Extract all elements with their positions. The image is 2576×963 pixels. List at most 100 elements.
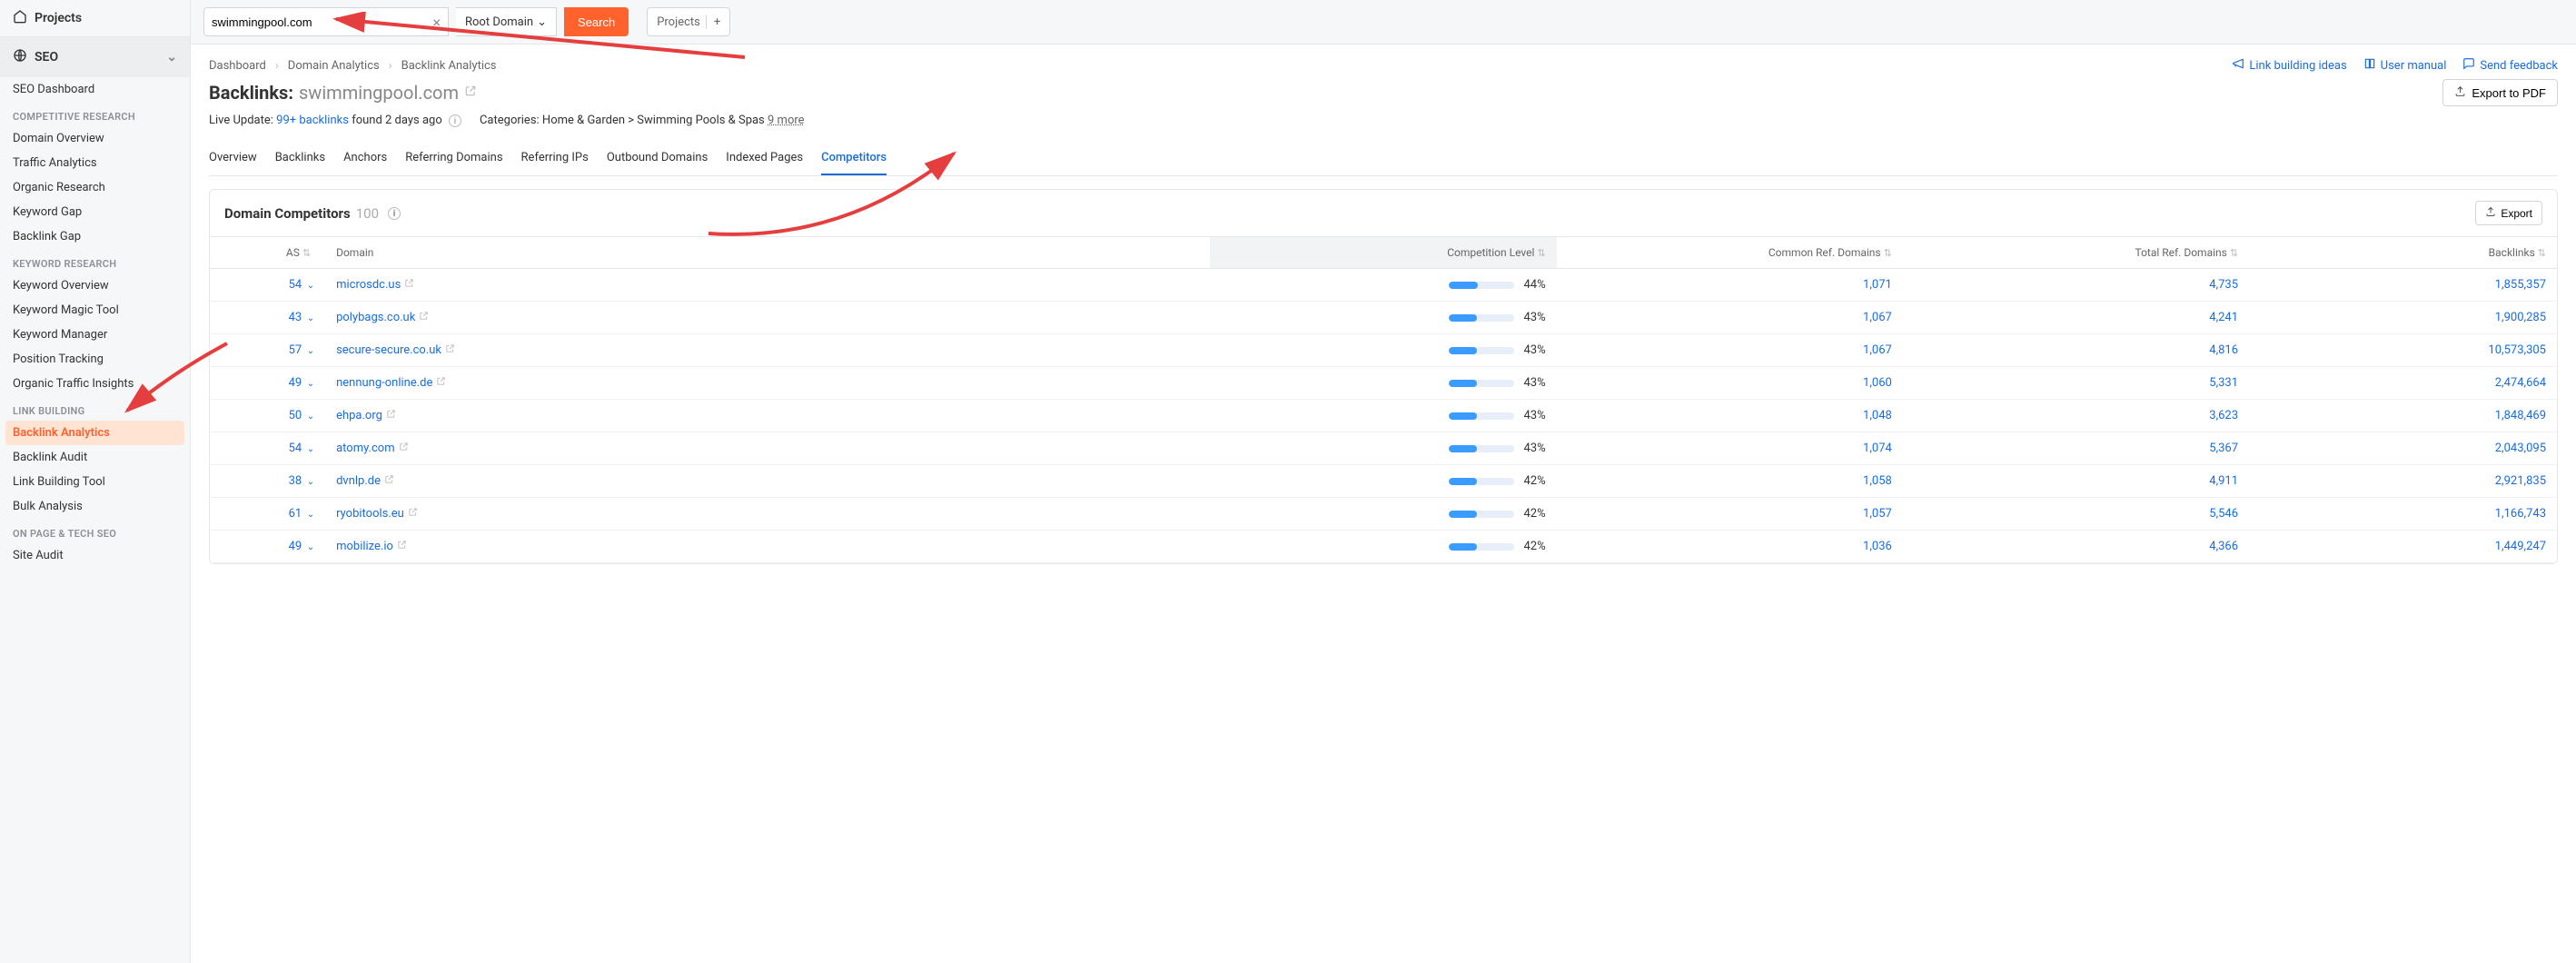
- col-common[interactable]: Common Ref. Domains⇅: [1557, 237, 1903, 269]
- sidebar-item-site-audit[interactable]: Site Audit: [0, 543, 190, 568]
- breadcrumb-dashboard[interactable]: Dashboard: [209, 59, 266, 73]
- backlinks-cell[interactable]: 1,848,469: [2249, 400, 2557, 432]
- as-cell[interactable]: 50 ⌄: [210, 400, 325, 432]
- tab-indexed-pages[interactable]: Indexed Pages: [726, 144, 803, 175]
- col-as[interactable]: AS⇅: [210, 237, 325, 269]
- external-link-icon[interactable]: [386, 410, 396, 422]
- external-link-icon[interactable]: [397, 541, 407, 552]
- sidebar-item-traffic-analytics[interactable]: Traffic Analytics: [0, 151, 190, 175]
- external-link-icon[interactable]: [419, 312, 429, 323]
- as-cell[interactable]: 49 ⌄: [210, 531, 325, 563]
- as-cell[interactable]: 57 ⌄: [210, 334, 325, 367]
- sidebar-item-keyword-gap[interactable]: Keyword Gap: [0, 200, 190, 224]
- total-ref-cell[interactable]: 4,366: [1903, 531, 2249, 563]
- sidebar-item-backlink-analytics[interactable]: Backlink Analytics: [5, 421, 184, 445]
- domain-link[interactable]: atomy.com: [336, 442, 395, 455]
- common-ref-cell[interactable]: 1,057: [1557, 498, 1903, 531]
- common-ref-cell[interactable]: 1,048: [1557, 400, 1903, 432]
- as-cell[interactable]: 54 ⌄: [210, 269, 325, 302]
- sidebar-projects[interactable]: Projects: [0, 0, 190, 37]
- domain-link[interactable]: nennung-online.de: [336, 376, 432, 390]
- as-cell[interactable]: 43 ⌄: [210, 302, 325, 334]
- external-link-icon[interactable]: [464, 84, 477, 101]
- as-cell[interactable]: 38 ⌄: [210, 465, 325, 498]
- sidebar-item-position-tracking[interactable]: Position Tracking: [0, 347, 190, 372]
- total-ref-cell[interactable]: 4,911: [1903, 465, 2249, 498]
- sidebar-item-keyword-magic-tool[interactable]: Keyword Magic Tool: [0, 298, 190, 323]
- send-feedback-link[interactable]: Send feedback: [2462, 57, 2558, 74]
- sidebar-item-keyword-overview[interactable]: Keyword Overview: [0, 273, 190, 298]
- tab-anchors[interactable]: Anchors: [343, 144, 387, 175]
- as-cell[interactable]: 49 ⌄: [210, 367, 325, 400]
- as-cell[interactable]: 54 ⌄: [210, 432, 325, 465]
- common-ref-cell[interactable]: 1,067: [1557, 302, 1903, 334]
- sidebar-item-domain-overview[interactable]: Domain Overview: [0, 126, 190, 151]
- sidebar-seo-toggle[interactable]: SEO ⌄: [0, 37, 190, 77]
- info-icon[interactable]: i: [388, 207, 401, 220]
- backlinks-cell[interactable]: 10,573,305: [2249, 334, 2557, 367]
- domain-link[interactable]: mobilize.io: [336, 540, 393, 553]
- common-ref-cell[interactable]: 1,067: [1557, 334, 1903, 367]
- domain-link[interactable]: microsdc.us: [336, 278, 401, 292]
- common-ref-cell[interactable]: 1,036: [1557, 531, 1903, 563]
- external-link-icon[interactable]: [404, 279, 414, 291]
- backlinks-cell[interactable]: 1,449,247: [2249, 531, 2557, 563]
- export-pdf-button[interactable]: Export to PDF: [2442, 79, 2558, 106]
- clear-icon[interactable]: ×: [432, 14, 441, 31]
- total-ref-cell[interactable]: 5,367: [1903, 432, 2249, 465]
- domain-link[interactable]: secure-secure.co.uk: [336, 343, 441, 357]
- backlinks-cell[interactable]: 2,921,835: [2249, 465, 2557, 498]
- search-button[interactable]: Search: [564, 7, 629, 36]
- backlinks-cell[interactable]: 2,043,095: [2249, 432, 2557, 465]
- domain-link[interactable]: polybags.co.uk: [336, 311, 415, 324]
- tab-outbound-domains[interactable]: Outbound Domains: [607, 144, 708, 175]
- common-ref-cell[interactable]: 1,071: [1557, 269, 1903, 302]
- sidebar-item-link-building-tool[interactable]: Link Building Tool: [0, 470, 190, 494]
- common-ref-cell[interactable]: 1,074: [1557, 432, 1903, 465]
- common-ref-cell[interactable]: 1,058: [1557, 465, 1903, 498]
- domain-link[interactable]: ryobitools.eu: [336, 507, 404, 521]
- backlinks-cell[interactable]: 1,855,357: [2249, 269, 2557, 302]
- root-domain-select[interactable]: Root Domain ⌄: [456, 7, 557, 36]
- external-link-icon[interactable]: [436, 377, 446, 389]
- tab-competitors[interactable]: Competitors: [821, 144, 887, 175]
- domain-link[interactable]: ehpa.org: [336, 409, 382, 422]
- sidebar-item-bulk-analysis[interactable]: Bulk Analysis: [0, 494, 190, 519]
- breadcrumb-domain-analytics[interactable]: Domain Analytics: [288, 59, 380, 73]
- tab-referring-ips[interactable]: Referring IPs: [521, 144, 589, 175]
- tab-backlinks[interactable]: Backlinks: [275, 144, 325, 175]
- col-backlinks[interactable]: Backlinks⇅: [2249, 237, 2557, 269]
- backlinks-count-link[interactable]: 99+ backlinks: [276, 114, 349, 127]
- total-ref-cell[interactable]: 5,546: [1903, 498, 2249, 531]
- external-link-icon[interactable]: [399, 442, 409, 454]
- link-building-ideas-link[interactable]: Link building ideas: [2232, 57, 2346, 74]
- domain-link[interactable]: dvnlp.de: [336, 474, 381, 488]
- backlinks-cell[interactable]: 1,900,285: [2249, 302, 2557, 334]
- tab-overview[interactable]: Overview: [209, 144, 257, 175]
- sidebar-item-organic-research[interactable]: Organic Research: [0, 175, 190, 200]
- common-ref-cell[interactable]: 1,060: [1557, 367, 1903, 400]
- export-button[interactable]: Export: [2475, 201, 2542, 225]
- total-ref-cell[interactable]: 3,623: [1903, 400, 2249, 432]
- total-ref-cell[interactable]: 5,331: [1903, 367, 2249, 400]
- as-cell[interactable]: 61 ⌄: [210, 498, 325, 531]
- info-icon[interactable]: i: [449, 114, 461, 127]
- col-total[interactable]: Total Ref. Domains⇅: [1903, 237, 2249, 269]
- col-competition[interactable]: Competition Level⇅: [1210, 237, 1556, 269]
- total-ref-cell[interactable]: 4,735: [1903, 269, 2249, 302]
- sidebar-item-organic-traffic-insights[interactable]: Organic Traffic Insights: [0, 372, 190, 396]
- search-input[interactable]: [212, 15, 432, 29]
- sidebar-item-backlink-gap[interactable]: Backlink Gap: [0, 224, 190, 249]
- total-ref-cell[interactable]: 4,816: [1903, 334, 2249, 367]
- plus-icon[interactable]: +: [706, 15, 720, 29]
- external-link-icon[interactable]: [384, 475, 394, 487]
- search-input-wrap[interactable]: ×: [203, 7, 449, 36]
- projects-pill[interactable]: Projects +: [647, 7, 730, 36]
- more-categories-link[interactable]: 9 more: [768, 114, 805, 127]
- backlinks-cell[interactable]: 2,474,664: [2249, 367, 2557, 400]
- backlinks-cell[interactable]: 1,166,743: [2249, 498, 2557, 531]
- col-domain[interactable]: Domain: [325, 237, 1210, 269]
- tab-referring-domains[interactable]: Referring Domains: [405, 144, 502, 175]
- total-ref-cell[interactable]: 4,241: [1903, 302, 2249, 334]
- sidebar-item-seo-dashboard[interactable]: SEO Dashboard: [0, 77, 190, 102]
